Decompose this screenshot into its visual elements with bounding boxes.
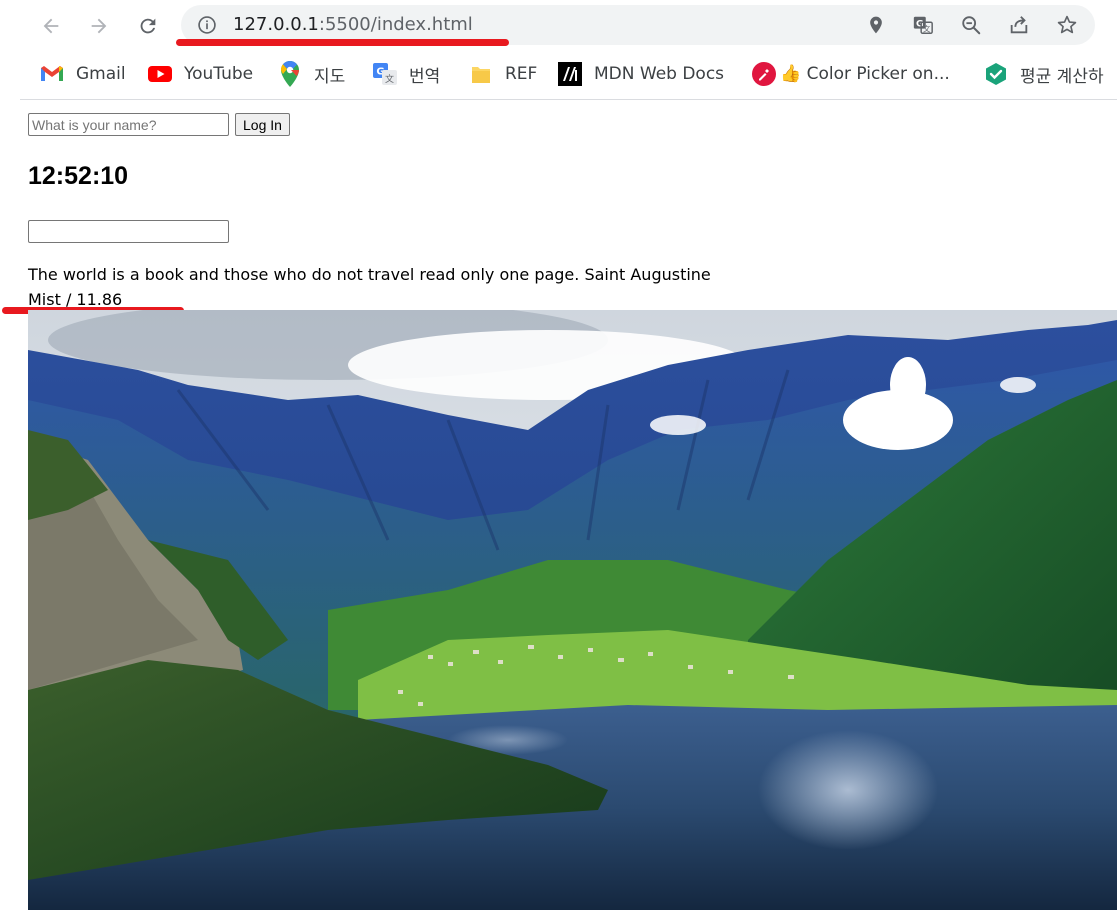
- bookmark-label: Gmail: [76, 64, 126, 84]
- bookmark-label: 평균 계산하: [1020, 66, 1104, 87]
- url-path: :5500/index.html: [318, 14, 473, 35]
- bookmark-label: 번역: [409, 66, 441, 87]
- translate-icon: G 文: [373, 62, 397, 86]
- youtube-icon: [148, 62, 172, 86]
- bookmark-average-calculator[interactable]: 평균 계산하: [984, 61, 1104, 87]
- color-picker-icon: [752, 62, 776, 86]
- share-button[interactable]: [1007, 13, 1031, 37]
- svg-text:文: 文: [923, 24, 931, 33]
- login-button[interactable]: Log In: [235, 113, 290, 136]
- calculator-icon: [984, 62, 1008, 86]
- bookmark-color-picker[interactable]: 👍 Color Picker on...: [752, 61, 950, 87]
- bookmark-label: REF: [505, 64, 538, 84]
- translate-icon: G 文: [913, 16, 933, 34]
- back-button[interactable]: [34, 9, 68, 43]
- translate-page-button[interactable]: G 文: [911, 13, 935, 37]
- name-input[interactable]: [28, 113, 229, 136]
- mdn-icon: [558, 62, 582, 86]
- gmail-icon: [40, 62, 64, 86]
- bookmark-label: YouTube: [184, 64, 254, 84]
- zoom-button[interactable]: [959, 13, 983, 37]
- reload-icon: [140, 18, 156, 34]
- info-icon[interactable]: [197, 15, 217, 35]
- maps-icon: [278, 61, 302, 87]
- mountain-lake-landscape: [28, 310, 1117, 910]
- bookmark-label: 지도: [314, 66, 346, 87]
- zoom-out-icon: [962, 16, 981, 35]
- location-pin-icon: [870, 16, 882, 34]
- url-host: 127.0.0.1: [233, 14, 319, 35]
- forward-arrow-icon: [91, 18, 107, 34]
- bookmark-mdn[interactable]: MDN Web Docs: [558, 61, 724, 87]
- reload-button[interactable]: [131, 9, 165, 43]
- svg-text:文: 文: [385, 73, 394, 85]
- quote: The world is a book and those who do not…: [28, 265, 711, 284]
- browser-toolbar: 127.0.0.1:5500/index.html G 文: [0, 0, 1117, 52]
- location-button[interactable]: [864, 13, 888, 37]
- bookmark-label: 👍 Color Picker on...: [780, 64, 950, 84]
- star-icon: [1057, 15, 1077, 34]
- bookmark-label: MDN Web Docs: [594, 64, 725, 84]
- bookmark-translate[interactable]: G 文 번역: [373, 61, 440, 87]
- forward-button[interactable]: [82, 9, 116, 43]
- todo-input[interactable]: [28, 220, 229, 243]
- back-arrow-icon: [43, 18, 59, 34]
- url-annotation-underline: [176, 39, 509, 46]
- folder-icon: [469, 62, 493, 86]
- background-image: [28, 310, 1117, 910]
- bookmark-gmail[interactable]: Gmail: [40, 61, 126, 87]
- login-form: Log In: [28, 113, 290, 136]
- bookmark-folder-ref[interactable]: REF: [469, 61, 537, 87]
- bookmark-star-button[interactable]: [1055, 13, 1079, 37]
- bookmarks-bar: Gmail YouTube 지도 G 文 번역 REF MDN Web Docs…: [0, 52, 1117, 96]
- bookmark-youtube[interactable]: YouTube: [148, 61, 253, 87]
- clock: 12:52:10: [28, 162, 129, 190]
- bookmark-maps[interactable]: 지도: [278, 61, 345, 87]
- share-icon: [1010, 16, 1028, 34]
- url-text[interactable]: 127.0.0.1:5500/index.html: [233, 14, 473, 36]
